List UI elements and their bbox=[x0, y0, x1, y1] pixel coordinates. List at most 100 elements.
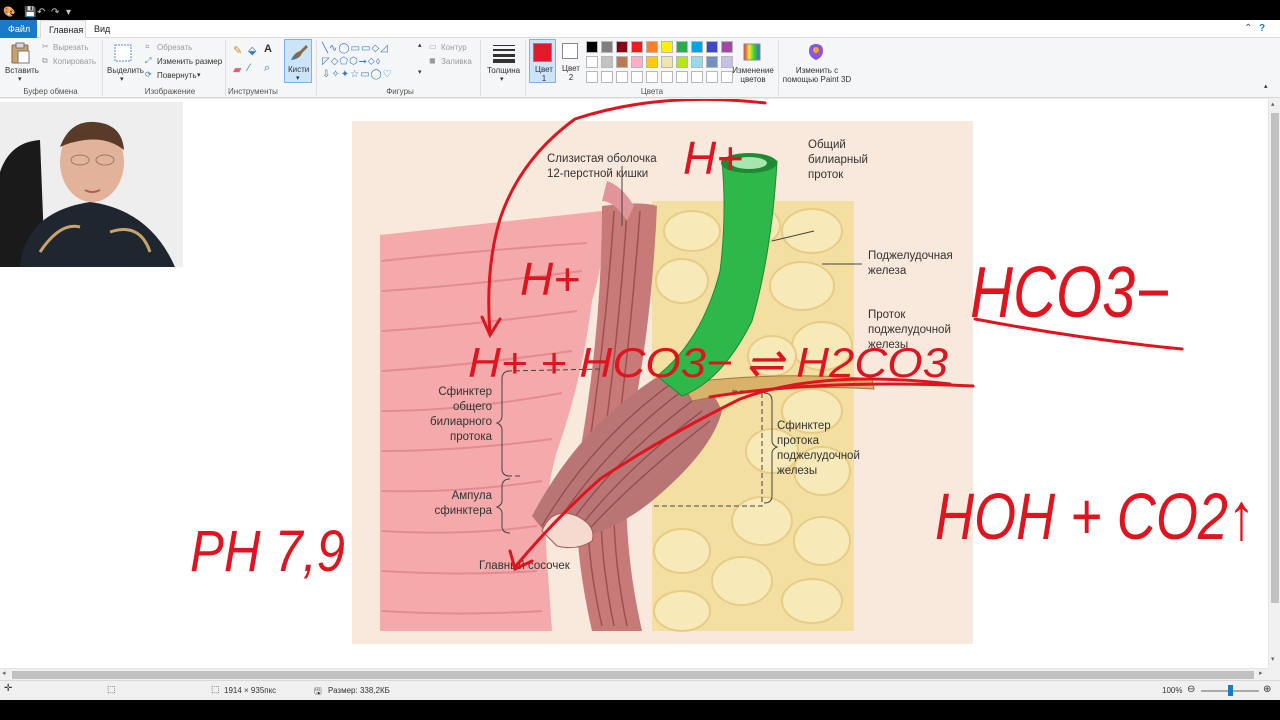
tab-file[interactable]: Файл bbox=[0, 20, 37, 38]
selection-size-icon: ⬚ bbox=[107, 684, 116, 694]
palette-swatch[interactable] bbox=[646, 71, 658, 83]
palette-swatch[interactable] bbox=[586, 71, 598, 83]
palette-swatch[interactable] bbox=[721, 41, 733, 53]
size-dropdown-icon[interactable]: ▾ bbox=[500, 75, 504, 83]
color1-label: Цвет 1 bbox=[535, 65, 553, 83]
select-icon[interactable] bbox=[113, 43, 133, 63]
palette-swatch[interactable] bbox=[676, 41, 688, 53]
cut-button[interactable]: Вырезать bbox=[53, 43, 89, 52]
palette-swatch[interactable] bbox=[676, 71, 688, 83]
zoom-slider-thumb[interactable] bbox=[1228, 685, 1233, 696]
palette-swatch[interactable] bbox=[706, 56, 718, 68]
paste-button[interactable]: Вставить bbox=[5, 66, 39, 75]
bottom-edge bbox=[0, 700, 1280, 720]
edit-colors-icon[interactable] bbox=[742, 42, 762, 62]
fill-icon[interactable]: ⬙ bbox=[248, 44, 256, 57]
palette-swatch[interactable] bbox=[601, 41, 613, 53]
palette-swatch[interactable] bbox=[631, 56, 643, 68]
color1-swatch bbox=[533, 43, 552, 62]
paste-dropdown-icon[interactable]: ▾ bbox=[18, 75, 22, 83]
palette-swatch[interactable] bbox=[691, 41, 703, 53]
vertical-scroll-thumb[interactable] bbox=[1271, 113, 1279, 603]
title-bar: 🎨 💾 ↶ ↷ ▾ bbox=[0, 6, 1280, 20]
select-button[interactable]: Выделить bbox=[107, 66, 144, 75]
rotate-dropdown-icon[interactable]: ▾ bbox=[197, 71, 201, 79]
palette-swatch[interactable] bbox=[601, 71, 613, 83]
select-dropdown-icon[interactable]: ▾ bbox=[120, 75, 124, 83]
brush-icon bbox=[291, 45, 308, 60]
crop-button[interactable]: Обрезать bbox=[157, 43, 192, 52]
color1-button[interactable]: Цвет 1 bbox=[529, 39, 556, 83]
palette-swatch[interactable] bbox=[646, 56, 658, 68]
zoom-slider-track[interactable] bbox=[1201, 685, 1259, 696]
palette-swatch[interactable] bbox=[691, 71, 703, 83]
separator bbox=[480, 40, 481, 96]
size-button[interactable]: Толщина bbox=[487, 66, 520, 75]
palette-swatch[interactable] bbox=[646, 41, 658, 53]
edit-colors-button[interactable]: Изменение цветов bbox=[731, 66, 775, 84]
separator bbox=[778, 40, 779, 96]
horizontal-scrollbar[interactable]: ◂ ▸ bbox=[0, 668, 1268, 680]
resize-button[interactable]: Изменить размер bbox=[157, 57, 222, 66]
palette-swatch[interactable] bbox=[631, 41, 643, 53]
palette-swatch[interactable] bbox=[616, 56, 628, 68]
scroll-right-icon[interactable]: ▸ bbox=[1259, 669, 1263, 677]
shapes-scroll-icon[interactable]: ▴ bbox=[418, 41, 422, 49]
shapes-group-label: Фигуры bbox=[386, 87, 414, 96]
ink-equation: H+ + HCO3− ⇌ H2CO3 bbox=[468, 339, 948, 386]
palette-swatch[interactable] bbox=[661, 56, 673, 68]
tab-view[interactable]: Вид bbox=[86, 20, 118, 38]
horizontal-scroll-thumb[interactable] bbox=[12, 671, 1254, 679]
color-picker-icon[interactable]: ⁄ bbox=[248, 62, 250, 74]
palette-swatch[interactable] bbox=[706, 41, 718, 53]
tab-home[interactable]: Главная bbox=[40, 20, 86, 38]
shapes-row-3: ⇩✧✦☆▭◯♡ bbox=[322, 69, 393, 80]
paint3d-icon[interactable] bbox=[806, 42, 826, 62]
palette-swatch[interactable] bbox=[631, 71, 643, 83]
palette-swatch[interactable] bbox=[661, 41, 673, 53]
palette-swatch[interactable] bbox=[586, 41, 598, 53]
customize-qa-icon[interactable]: ▾ bbox=[66, 7, 71, 18]
shapes-gallery[interactable]: ╲∿◯▭▭◇◿ ◸◇⬠⬡⭢⬦⬨ ⇩✧✦☆▭◯♡ bbox=[322, 42, 416, 80]
eraser-icon[interactable]: ▰ bbox=[233, 63, 241, 76]
scroll-down-icon[interactable]: ▾ bbox=[1271, 655, 1275, 663]
ribbon-collapse-icon[interactable]: ▴ bbox=[1264, 82, 1268, 90]
brushes-button[interactable]: Кисти ▾ bbox=[284, 39, 312, 83]
palette-swatch[interactable] bbox=[661, 71, 673, 83]
outline-button[interactable]: Контур bbox=[441, 43, 467, 52]
rotate-button[interactable]: Повернуть bbox=[157, 71, 197, 80]
zoom-out-icon[interactable]: ⊖ bbox=[1187, 684, 1195, 695]
magnifier-icon[interactable]: ⌕ bbox=[264, 62, 270, 75]
palette-swatch[interactable] bbox=[691, 56, 703, 68]
palette-swatch[interactable] bbox=[586, 56, 598, 68]
paste-icon[interactable] bbox=[10, 42, 30, 64]
scroll-left-icon[interactable]: ◂ bbox=[2, 669, 6, 677]
arrow-head-down bbox=[480, 315, 502, 339]
text-icon[interactable]: A bbox=[264, 43, 272, 55]
scroll-up-icon[interactable]: ▴ bbox=[1271, 100, 1275, 108]
ink-ph: PH 7,9 bbox=[190, 519, 345, 584]
arrow-curve-bottom bbox=[513, 377, 952, 569]
palette-swatch[interactable] bbox=[616, 41, 628, 53]
zoom-in-icon[interactable]: ⊕ bbox=[1263, 684, 1271, 695]
pencil-icon[interactable]: ✎ bbox=[233, 44, 242, 57]
color2-button[interactable]: Цвет 2 bbox=[559, 39, 583, 83]
fill-shape-button[interactable]: Заливка bbox=[441, 57, 472, 66]
help-icon[interactable]: ? bbox=[1259, 23, 1265, 34]
redo-icon[interactable]: ↷ bbox=[51, 7, 59, 18]
palette-swatch[interactable] bbox=[601, 56, 613, 68]
ribbon: Вставить ▾ ✂ Вырезать ⧉ Копировать Буфер… bbox=[0, 38, 1280, 98]
undo-icon[interactable]: ↶ bbox=[37, 7, 45, 18]
colors-group-label: Цвета bbox=[640, 87, 664, 96]
copy-button[interactable]: Копировать bbox=[53, 57, 96, 66]
paint3d-button[interactable]: Изменить с помощью Paint 3D bbox=[782, 66, 852, 84]
palette-swatch[interactable] bbox=[616, 71, 628, 83]
canvas-area[interactable]: Слизистая оболочка 12-перстной кишки Общ… bbox=[0, 99, 1268, 668]
palette-swatch[interactable] bbox=[706, 71, 718, 83]
shapes-more-icon[interactable]: ▾ bbox=[418, 68, 422, 76]
save-icon[interactable]: 💾 bbox=[24, 7, 36, 18]
collapse-ribbon-icon[interactable]: ⌃ bbox=[1244, 23, 1252, 34]
vertical-scrollbar[interactable]: ▴ ▾ bbox=[1268, 99, 1280, 668]
palette-swatch[interactable] bbox=[676, 56, 688, 68]
size-icon[interactable] bbox=[492, 43, 516, 63]
